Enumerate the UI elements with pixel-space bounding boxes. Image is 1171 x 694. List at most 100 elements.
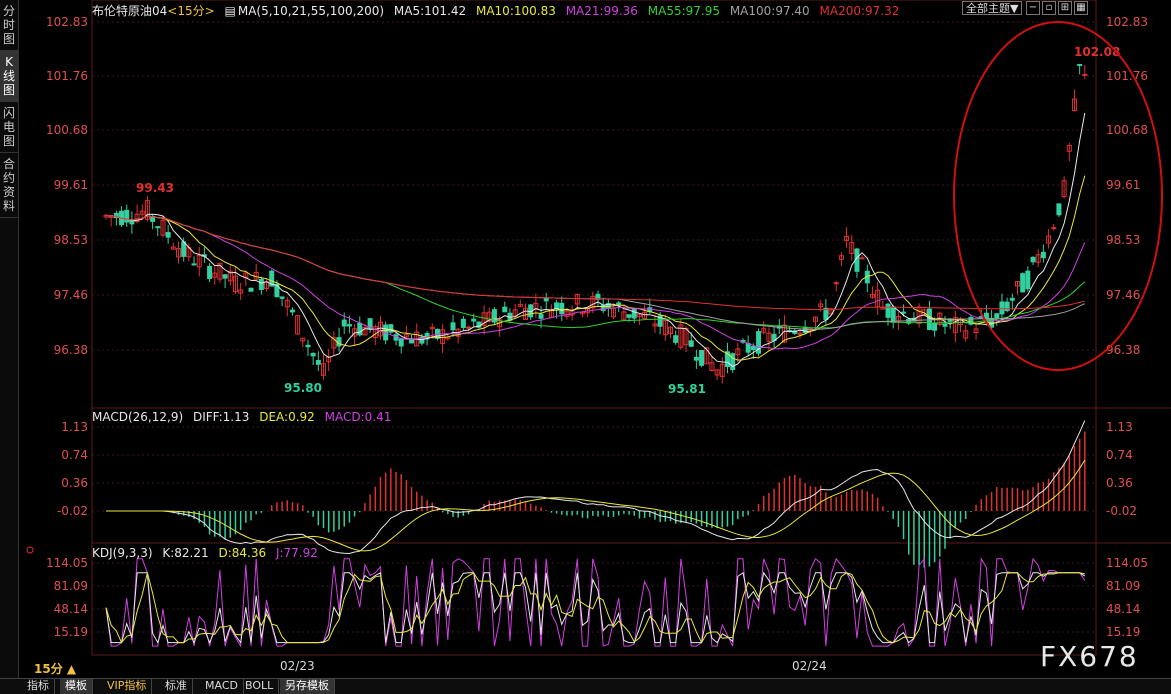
candle-body	[750, 345, 756, 351]
price-axis-tick-right: 98.53	[1106, 233, 1140, 247]
candle-body	[693, 356, 699, 361]
candle-body	[932, 322, 938, 331]
sidebar-item-contract-info[interactable]: 合约资料	[0, 153, 18, 218]
candle-body	[1009, 297, 1015, 301]
ma-header: MA(5,10,21,55,100,200)	[237, 4, 385, 18]
restore-icon[interactable]: ▫	[1042, 1, 1056, 15]
macd-axis-tick-left: 1.13	[61, 420, 88, 434]
macd-header: MACD(26,12,9)	[92, 410, 184, 424]
sidebar-label: 闪电图	[2, 106, 15, 148]
candle-body	[699, 350, 705, 366]
low-price-label: 95.80	[284, 381, 322, 395]
candle-body	[890, 306, 896, 323]
candle-body	[631, 308, 637, 319]
sidebar-item-kline[interactable]: K线图	[0, 51, 18, 102]
ma-line-21	[105, 214, 1086, 350]
sidebar-label: 合约资料	[2, 157, 15, 213]
price-axis-tick-right: 102.83	[1106, 15, 1148, 29]
macd-value: MACD:0.41	[324, 410, 392, 424]
candle-body	[398, 338, 404, 347]
x-axis-label: 02/23	[280, 659, 315, 673]
candle-body	[305, 344, 311, 348]
candle-body	[248, 287, 254, 292]
candle-body	[181, 241, 187, 257]
instrument-name: 布伦特原油04	[92, 4, 168, 18]
theme-select[interactable]: 全部主题▼	[962, 1, 1022, 15]
candle-body	[1056, 203, 1062, 216]
candle-body	[673, 335, 679, 343]
macd-diff: DIFF:1.13	[192, 410, 250, 424]
price-axis-tick-left: 97.46	[54, 288, 88, 302]
tab-templates[interactable]: 模板	[60, 679, 93, 694]
macd-axis-tick-right: -0.02	[1106, 504, 1137, 518]
tab-standard[interactable]: 标准	[160, 679, 193, 694]
ma-icon: ▤	[224, 4, 236, 18]
candle-body	[279, 296, 285, 299]
kdj-panel-header: KDJ(9,3,3) K:82.21 D:84.36 J:77.92	[92, 546, 324, 560]
ma5-value: MA5:101.42	[393, 4, 467, 18]
minimize-icon[interactable]: −	[1026, 1, 1040, 15]
candle-body	[289, 309, 295, 313]
price-axis-tick-right: 101.76	[1106, 69, 1148, 83]
macd-dea-line	[106, 459, 1086, 552]
ma-line-10	[105, 175, 1086, 361]
tab-boll[interactable]: BOLL	[240, 679, 280, 694]
candle-body	[926, 308, 932, 330]
price-axis-tick-left: 99.61	[54, 178, 88, 192]
kdj-axis-tick-left: 81.09	[54, 579, 88, 593]
price-axis-tick-left: 98.53	[54, 233, 88, 247]
kdj-axis-tick-right: 114.05	[1106, 556, 1148, 570]
ma100-value: MA100:97.40	[729, 4, 810, 18]
candle-body	[745, 343, 751, 353]
sidebar-label: K线图	[2, 55, 15, 97]
candle-body	[207, 265, 213, 280]
candle-body	[626, 314, 632, 318]
candle-body	[450, 322, 456, 331]
macd-axis-tick-right: 0.74	[1106, 448, 1133, 462]
candle-body	[315, 360, 321, 365]
macd-axis-tick-right: 1.13	[1106, 420, 1133, 434]
candle-body	[538, 314, 544, 319]
candle-body	[466, 326, 472, 329]
chart-canvas[interactable]: 102.83 102.83 101.76 101.76 100.68 100.68 99.6…	[18, 0, 1171, 678]
sidebar-label: 分时图	[2, 4, 15, 46]
period-label[interactable]: 15分 ▲	[34, 660, 76, 677]
candle-body	[802, 326, 808, 334]
candle-body	[129, 220, 135, 225]
tab-save-template[interactable]: 另存模板	[280, 679, 335, 694]
ma-line-100	[105, 214, 1086, 330]
candle-body	[942, 323, 948, 327]
candle-body	[346, 324, 352, 327]
price-axis-tick-left: 101.76	[46, 69, 88, 83]
sidebar-item-timeshare[interactable]: 分时图	[0, 0, 18, 51]
candle-body	[471, 318, 477, 322]
candle-body	[1040, 251, 1046, 259]
ma-line-55	[105, 214, 1086, 329]
candle-body	[357, 322, 363, 336]
price-panel-header: 布伦特原油04<15分> ▤ MA(5,10,21,55,100,200) MA5…	[92, 2, 905, 19]
candle-body	[797, 332, 803, 335]
candle-body	[191, 263, 197, 266]
candle-body	[833, 282, 839, 285]
tab-vip-indicators[interactable]: VIP指标	[102, 679, 153, 694]
macd-axis-tick-right: 0.36	[1106, 476, 1133, 490]
candle-body	[341, 319, 347, 327]
candle-body	[1020, 273, 1026, 293]
candle-body	[502, 306, 508, 313]
ma55-value: MA55:97.95	[647, 4, 720, 18]
kdj-axis-tick-right: 15.19	[1106, 625, 1140, 639]
candle-body	[1051, 227, 1057, 230]
kdj-axis-tick-right: 48.14	[1106, 602, 1140, 616]
candle-body	[901, 311, 907, 314]
grid-icon[interactable]: ▦	[1074, 1, 1088, 15]
kdj-axis-tick-left: 114.05	[46, 556, 88, 570]
candle-body	[1077, 63, 1083, 66]
ma200-value: MA200:97.32	[819, 4, 900, 18]
kdj-k: K:82.21	[162, 546, 209, 560]
sidebar-item-flash[interactable]: 闪电图	[0, 102, 18, 153]
window-icon[interactable]: ⊞	[1058, 1, 1072, 15]
high-price-label: 102.08	[1074, 45, 1120, 59]
tab-indicators[interactable]: 指标	[22, 679, 55, 694]
tab-macd[interactable]: MACD	[200, 679, 244, 694]
kdj-d: D:84.36	[218, 546, 267, 560]
